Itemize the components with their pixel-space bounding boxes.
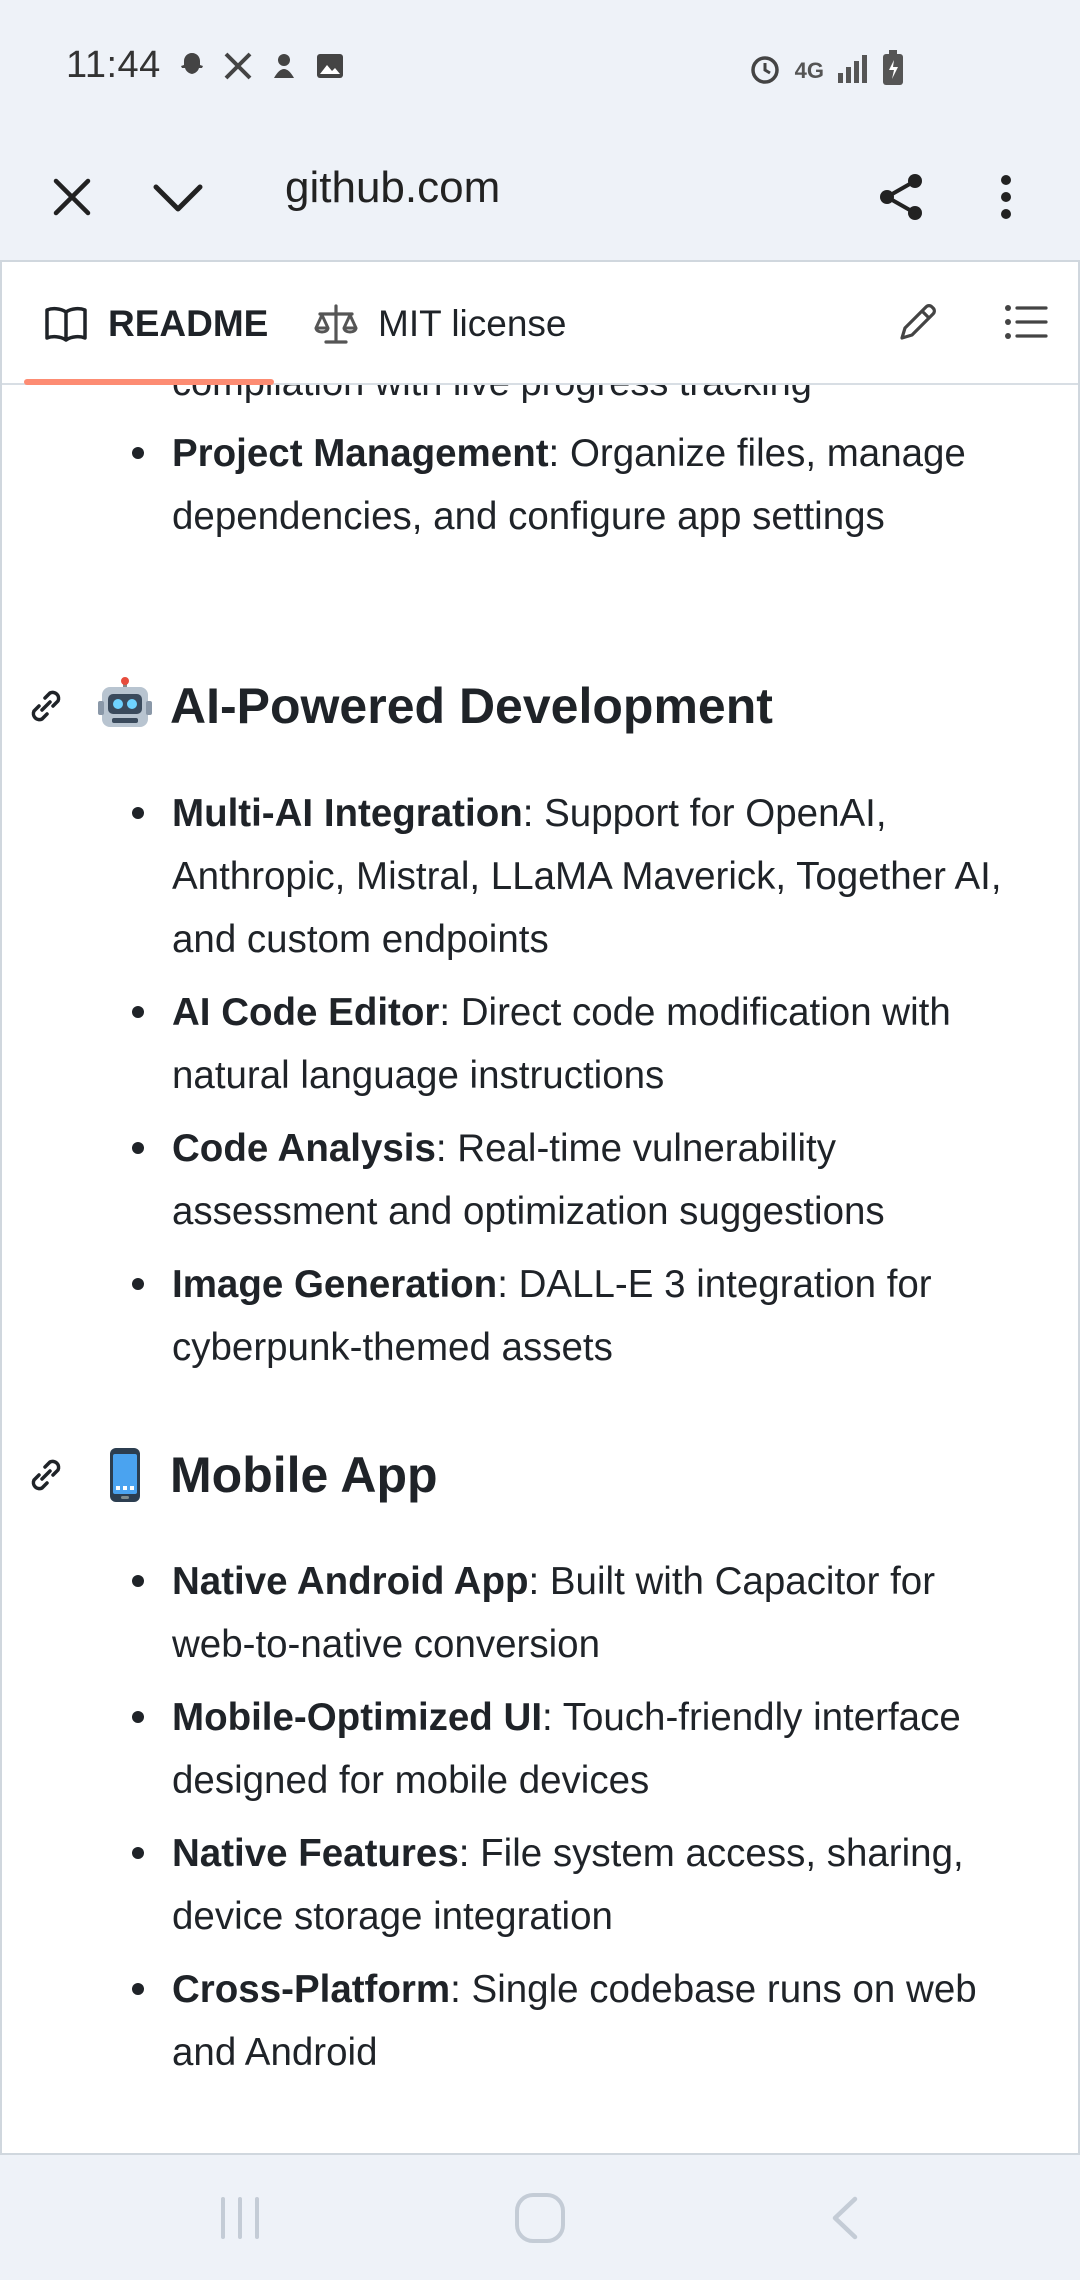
feature-name: Native Features [172,1832,459,1875]
feature-name: Native Android App [172,1560,529,1603]
readme-tabbar: README MIT license [2,262,1078,385]
book-icon [44,301,90,347]
list-item: Code Analysis: Real-time vulnerability a… [132,1117,1014,1243]
home-icon [515,2193,565,2243]
edit-button[interactable] [888,292,948,352]
section-title: AI-Powered Development [170,678,773,734]
x-icon [222,50,254,82]
list-item: Image Generation: DALL-E 3 integration f… [132,1253,1014,1379]
url-text[interactable]: github.com [285,163,500,213]
feature-name: Image Generation [172,1263,498,1306]
section-title: Mobile App [170,1447,438,1503]
feature-list-mobile: Native Android App: Built with Capacitor… [132,1550,1014,2094]
feature-list-ai: Multi-AI Integration: Support for OpenAI… [132,782,1014,1389]
anchor-link-icon[interactable] [24,1453,68,1497]
readme-actions [888,292,1056,352]
more-options-button[interactable] [974,165,1038,229]
list-item: Cross-Platform: Single codebase runs on … [132,1958,1014,2084]
4g-icon: 4G [794,57,824,83]
pencil-icon [900,304,936,340]
notification-icons [176,50,346,82]
list-icon [1005,305,1048,339]
list-item: Project Management: Organize files, mana… [132,422,1014,548]
tab-label: MIT license [378,302,567,344]
list-item: Mobile-Optimized UI: Touch-friendly inte… [132,1686,1014,1812]
list-item: Multi-AI Integration: Support for OpenAI… [132,782,1014,971]
chevron-down-icon [153,184,203,212]
gallery-icon [314,50,346,82]
system-navigation-bar [0,2155,1080,2280]
more-vertical-icon [1001,175,1011,219]
status-time: 11:44 [66,44,161,86]
browser-toolbar: github.com [0,135,1080,260]
back-button[interactable] [810,2183,880,2253]
feature-name: AI Code Editor [172,991,440,1034]
section-heading-mobile: Mobile App [24,1446,438,1504]
share-button[interactable] [869,165,933,229]
scale-icon [314,301,360,347]
recents-icon [221,2197,259,2239]
anchor-link-icon[interactable] [24,684,68,728]
readme-content: compilation with live progress tracking … [2,262,1078,2153]
feature-name: Cross-Platform [172,1968,451,2011]
tab-readme[interactable]: README [44,262,268,385]
mobile-phone-emoji [110,1448,140,1502]
feature-name: Mobile-Optimized UI [172,1696,543,1739]
feature-name: Multi-AI Integration [172,792,523,835]
back-icon [832,2196,858,2240]
close-icon [53,178,91,216]
tab-label: README [108,302,269,344]
signal-icon [836,53,870,88]
list-item: Native Android App: Built with Capacitor… [132,1550,1014,1676]
close-button[interactable] [40,165,104,229]
web-page: compilation with live progress tracking … [0,260,1080,2155]
outline-button[interactable] [996,292,1056,352]
active-tab-indicator [24,379,274,385]
app-icon [268,50,300,82]
feature-name: Project Management [172,432,549,475]
list-item: AI Code Editor: Direct code modification… [132,981,1014,1107]
battery-icon [882,50,904,91]
home-button[interactable] [505,2183,575,2253]
status-bar: 11:44 4G [0,0,1080,135]
share-icon [880,174,922,220]
robot-emoji [98,677,152,727]
snapchat-icon [176,50,208,82]
section-heading-ai: AI-Powered Development [24,677,773,735]
alarm-icon [747,50,783,91]
recent-apps-button[interactable] [205,2183,275,2253]
feature-name: Code Analysis [172,1127,436,1170]
system-icons: 4G [747,50,904,91]
minimize-button[interactable] [146,165,210,229]
tab-mit-license[interactable]: MIT license [314,262,567,385]
list-item: Native Features: File system access, sha… [132,1822,1014,1948]
feature-list-top: Project Management: Organize files, mana… [132,422,1014,558]
